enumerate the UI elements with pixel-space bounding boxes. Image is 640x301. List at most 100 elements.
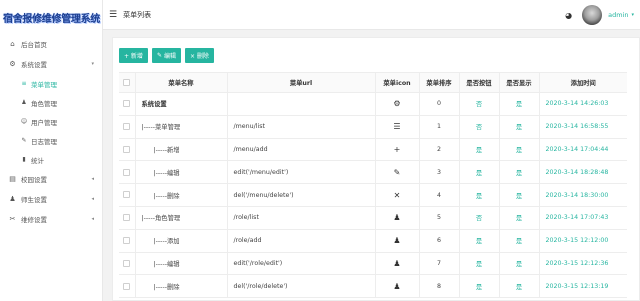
menu-url-cell: /role/list: [226, 206, 375, 230]
avatar[interactable]: [582, 5, 603, 25]
is-show-cell: 是: [498, 138, 539, 162]
delete-button[interactable]: × 删除: [184, 47, 214, 63]
menu-name-cell: |-----编辑: [134, 160, 227, 185]
row-select-cell[interactable]: [119, 206, 135, 230]
row-checkbox[interactable]: [123, 191, 131, 199]
table-row[interactable]: 系统设置 ⚙ 0 否是 2020-3-14 14:26:03: [119, 92, 627, 116]
home-icon: ⌂: [10, 40, 15, 48]
menu-url-cell: /role/add: [226, 229, 375, 253]
row-select-cell[interactable]: [119, 183, 135, 207]
is-button-cell: 是: [458, 274, 499, 299]
row-select-cell[interactable]: [119, 160, 135, 185]
menu-sort-cell: 0: [418, 92, 459, 116]
column-header[interactable]: 菜单url: [226, 72, 375, 93]
sidebar-item-system-settings[interactable]: ⚙ 系统设置 ▾: [0, 54, 102, 74]
table-row[interactable]: |-----编辑 edit('/menu/edit') ✎ 3 是是 2020-3-14 …: [119, 160, 627, 185]
sidebar-item-teacher-student-settings[interactable]: ♟ 师生设置 ◂: [0, 189, 102, 209]
wrench-icon: ✂: [9, 215, 16, 223]
palette-icon[interactable]: ◕: [565, 11, 572, 20]
sidebar-item-label: 统计: [31, 156, 44, 165]
edit-button[interactable]: ✎ 编辑: [151, 47, 181, 63]
added-time-cell: 2020-3-14 17:04:44: [538, 138, 627, 162]
row-select-cell[interactable]: [119, 252, 135, 276]
added-time-cell: 2020-3-14 16:58:55: [538, 115, 627, 139]
row-checkbox[interactable]: [123, 282, 131, 290]
menu-name-cell: |-----新增: [134, 138, 227, 162]
row-checkbox[interactable]: [123, 236, 131, 244]
sidebar-item-label: 菜单管理: [31, 80, 57, 89]
table-row[interactable]: |-----菜单管理/menu/list ☰ 1 否是 2020-3-14 16:58:…: [119, 115, 627, 139]
menu-sort-cell: 8: [418, 274, 459, 299]
is-button-cell: 否: [458, 206, 499, 230]
table-row[interactable]: |-----删除 del('/role/delete') ♟ 8 是是 2020-3-15…: [119, 274, 627, 299]
row-select-cell[interactable]: [119, 92, 135, 116]
sidebar-item-statistics[interactable]: ▮ 统计: [0, 150, 102, 169]
row-select-cell[interactable]: [119, 115, 135, 139]
menu-table: 菜单名称 菜单url 菜单icon 菜单排序 是否按钮 是否显示 添加时间 系统…: [119, 72, 627, 299]
select-all-checkbox[interactable]: [123, 78, 131, 86]
menu-sort-cell: 4: [418, 183, 459, 207]
row-checkbox[interactable]: [123, 145, 131, 153]
user-plus-icon: ♟: [393, 236, 401, 246]
sidebar-item-home[interactable]: ⌂ 后台首页: [0, 34, 102, 54]
column-header[interactable]: 菜单名称: [134, 72, 227, 93]
sidebar-item-menu-management[interactable]: ≡ 菜单管理: [0, 74, 102, 93]
added-time-cell: 2020-3-14 14:26:03: [538, 92, 627, 116]
is-button-cell: 是: [458, 160, 499, 185]
menu-sort-cell: 2: [418, 138, 459, 162]
sidebar-item-label: 校园设置: [21, 176, 47, 184]
row-checkbox[interactable]: [123, 100, 131, 108]
chevron-down-icon: ▾: [91, 61, 94, 67]
app-logo[interactable]: 宿舍报修维修管理系统: [0, 0, 102, 34]
sidebar-item-campus-settings[interactable]: ▤ 校园设置 ◂: [0, 169, 102, 189]
row-select-cell[interactable]: [119, 274, 135, 299]
users-icon: ☺: [20, 118, 28, 125]
column-header[interactable]: 菜单icon: [374, 72, 419, 93]
sidebar-item-log-management[interactable]: ✎ 日志管理: [0, 131, 102, 150]
sidebar-item-repair-settings[interactable]: ✂ 维修设置 ◂: [0, 209, 102, 229]
menu-url-cell: del('/menu/delete'): [226, 183, 375, 207]
row-checkbox[interactable]: [123, 214, 131, 222]
select-all-header[interactable]: [119, 72, 135, 93]
user-edit-icon: ♟: [393, 258, 401, 268]
sidebar-item-label: 系统设置: [21, 61, 47, 69]
menu-icon-cell: ♟: [374, 274, 419, 299]
row-select-cell[interactable]: [119, 229, 135, 253]
menu-url-cell: /menu/list: [226, 115, 375, 139]
menu-sort-cell: 1: [418, 115, 459, 139]
row-select-cell[interactable]: [119, 138, 135, 162]
menu-icon-cell: +: [374, 138, 419, 162]
row-checkbox[interactable]: [123, 259, 131, 267]
topbar: ☰ 菜单列表 ◕ admin ▾: [103, 0, 640, 30]
sidebar-item-user-management[interactable]: ☺ 用户管理: [0, 112, 102, 131]
is-show-cell: 是: [498, 115, 539, 139]
menu-sort-cell: 6: [418, 229, 459, 253]
sidebar-item-label: 师生设置: [21, 196, 47, 204]
username[interactable]: admin: [608, 11, 628, 19]
hamburger-icon[interactable]: ☰: [109, 10, 117, 20]
chevron-down-icon[interactable]: ▾: [631, 12, 634, 18]
sidebar: 宿舍报修维修管理系统 ⌂ 后台首页 ⚙ 系统设置 ▾ ≡ 菜单管理 ♟ 角色管理…: [0, 0, 103, 301]
user-times-icon: ♟: [393, 281, 401, 291]
add-button[interactable]: + 新增: [119, 47, 148, 63]
added-time-cell: 2020-3-15 12:12:36: [538, 252, 627, 276]
column-header[interactable]: 是否显示: [498, 72, 539, 93]
menu-icon-cell: ✎: [374, 160, 419, 185]
table-row[interactable]: |-----添加/role/add ♟ 6 是是 2020-3-15 12:12:00: [119, 229, 627, 253]
is-show-cell: 是: [498, 206, 539, 230]
menu-name-cell: |-----添加: [134, 229, 227, 253]
table-row[interactable]: |-----删除 del('/menu/delete') ✕ 4 是是 2020-3-14…: [119, 183, 627, 207]
is-show-cell: 是: [498, 274, 539, 299]
row-checkbox[interactable]: [123, 168, 131, 176]
table-row[interactable]: |-----新增/menu/add +2 是是 2020-3-14 17:04:44: [119, 138, 627, 162]
column-header[interactable]: 是否按钮: [458, 72, 499, 93]
is-button-cell: 是: [458, 229, 499, 253]
topbar-right: ◕ admin ▾: [565, 0, 634, 30]
column-header[interactable]: 菜单排序: [418, 72, 459, 93]
table-row[interactable]: |-----编辑 edit('/role/edit') ♟ 7 是是 2020-3-15 …: [119, 252, 627, 276]
table-row[interactable]: |-----角色管理/role/list ♟ 5 否是 2020-3-14 17:07:…: [119, 206, 627, 230]
column-header[interactable]: 添加时间: [538, 72, 627, 93]
row-checkbox[interactable]: [123, 122, 131, 130]
sidebar-item-role-management[interactable]: ♟ 角色管理: [0, 93, 102, 112]
menu-name-cell: |-----删除: [134, 183, 227, 207]
